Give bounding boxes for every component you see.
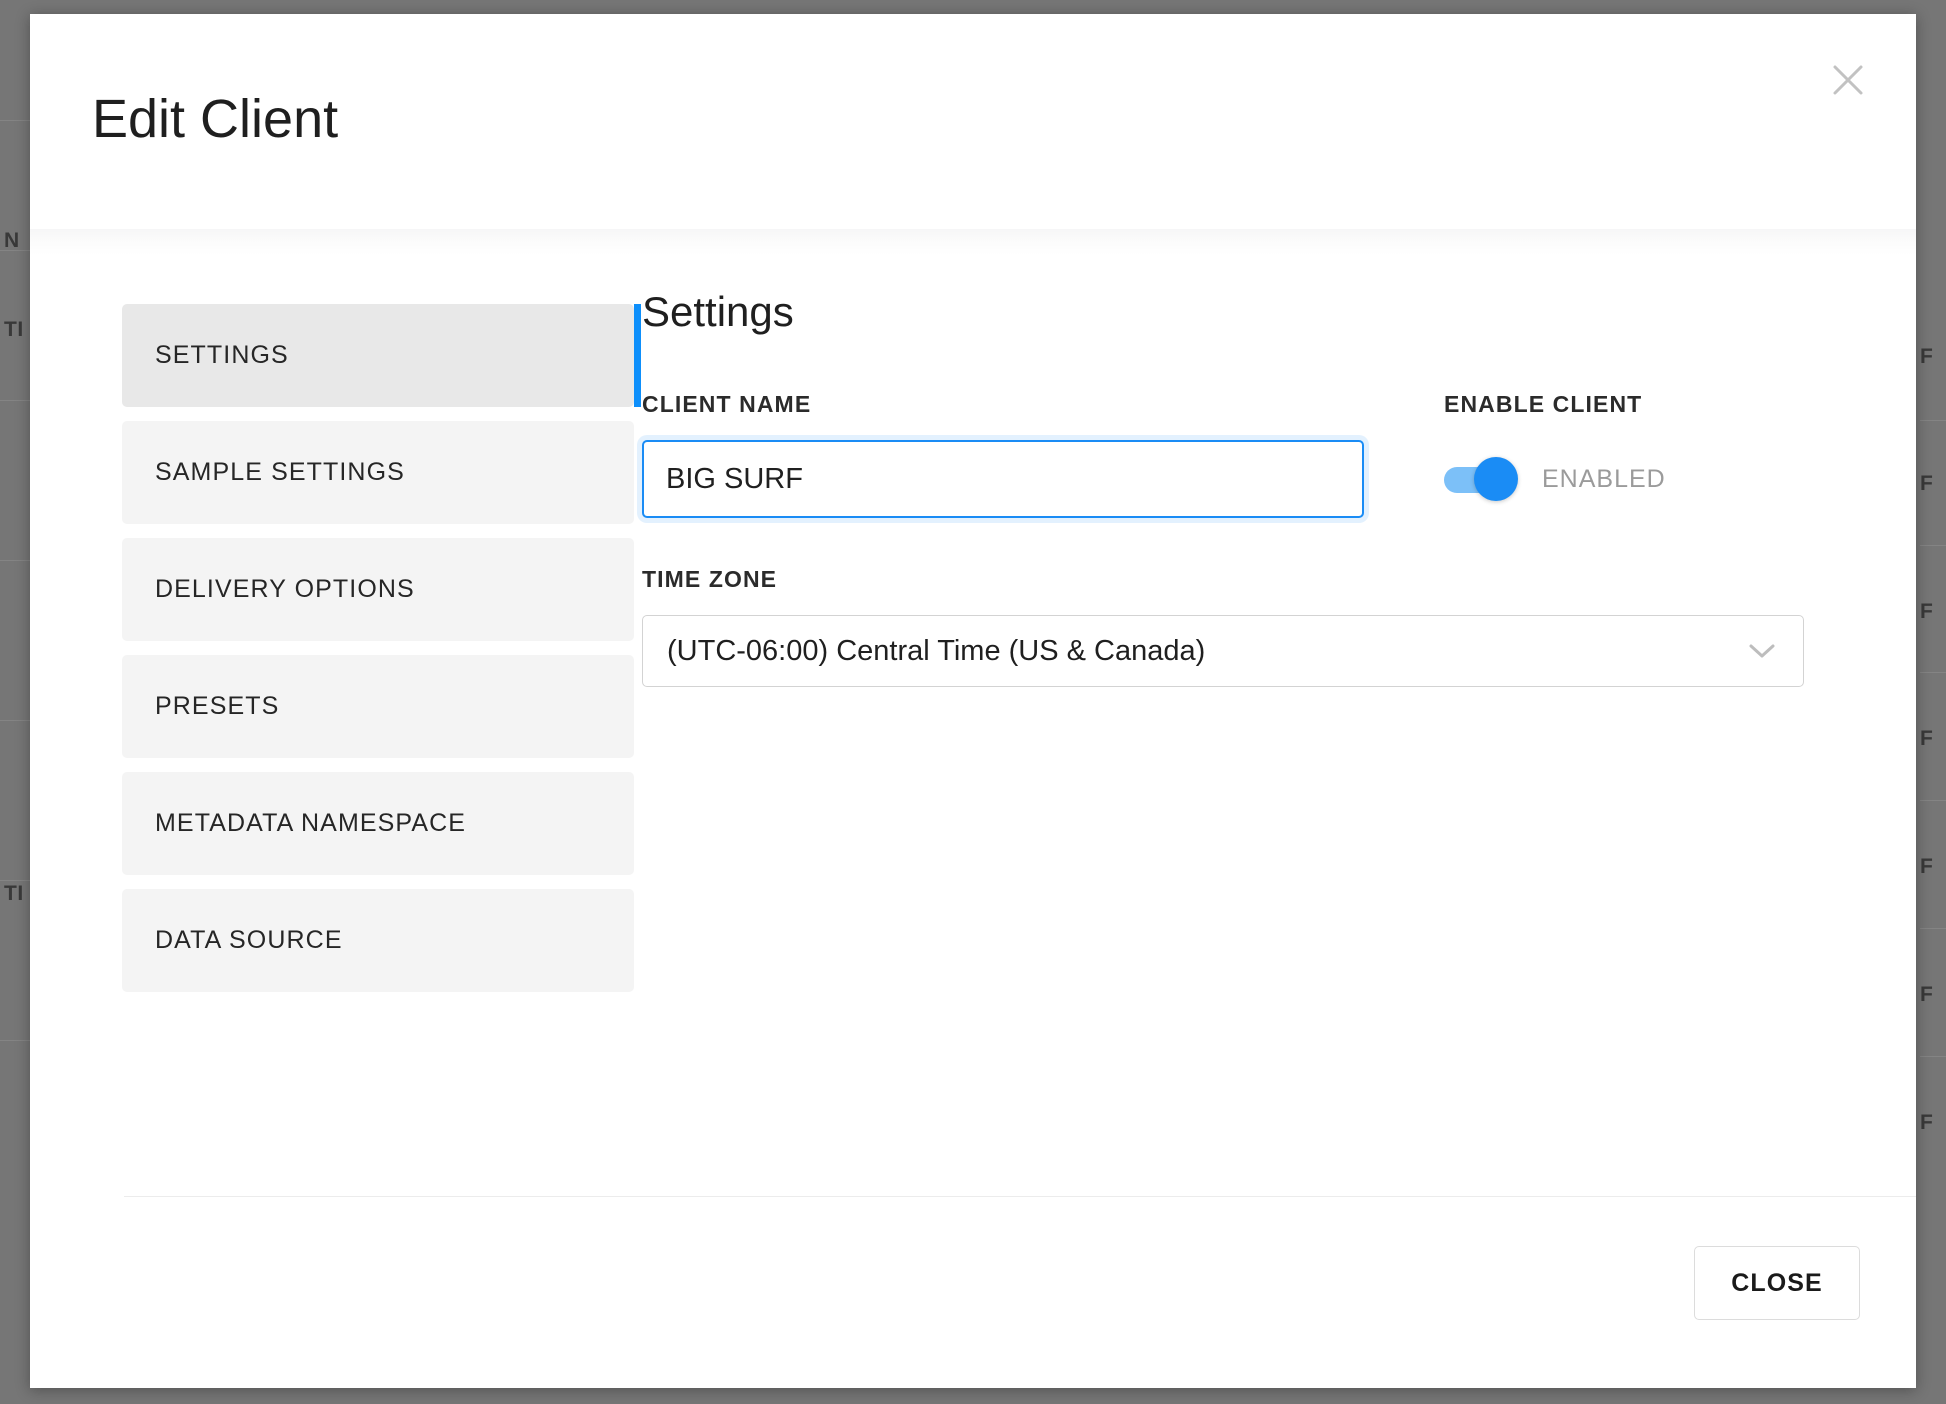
modal-footer: CLOSE xyxy=(30,1196,1916,1388)
background-text-fragment: F xyxy=(1920,345,1933,369)
settings-panel: Settings CLIENT NAME ENABLE CLIENT ENABL… xyxy=(560,229,1916,1196)
enable-client-toggle[interactable] xyxy=(1444,462,1520,496)
sidebar-item-metadata-namespace[interactable]: METADATA NAMESPACE xyxy=(122,772,634,875)
footer-divider xyxy=(124,1196,1916,1197)
sidebar-item-delivery-options[interactable]: DELIVERY OPTIONS xyxy=(122,538,634,641)
edit-client-modal: Edit Client SETTINGS SAMPLE SETTINGS DEL… xyxy=(30,14,1916,1388)
sidebar-item-label: DELIVERY OPTIONS xyxy=(155,575,415,604)
sidebar-item-presets[interactable]: PRESETS xyxy=(122,655,634,758)
top-field-row: CLIENT NAME ENABLE CLIENT ENABLED xyxy=(642,391,1854,518)
sidebar-item-sample-settings[interactable]: SAMPLE SETTINGS xyxy=(122,421,634,524)
toggle-state-label: ENABLED xyxy=(1542,465,1666,494)
modal-header: Edit Client xyxy=(30,14,1916,229)
background-text-fragment: F xyxy=(1920,855,1933,879)
time-zone-label: TIME ZONE xyxy=(642,566,1854,593)
time-zone-value: (UTC-06:00) Central Time (US & Canada) xyxy=(667,635,1205,668)
client-name-input[interactable] xyxy=(642,440,1364,518)
sidebar-item-label: SETTINGS xyxy=(155,341,289,370)
sidebar-item-label: METADATA NAMESPACE xyxy=(155,809,466,838)
sidebar-item-label: DATA SOURCE xyxy=(155,926,343,955)
chevron-down-icon xyxy=(1747,641,1777,661)
client-name-group: CLIENT NAME xyxy=(642,391,1364,518)
background-text-fragment: F xyxy=(1920,983,1933,1007)
close-icon[interactable] xyxy=(1822,54,1874,106)
enable-client-group: ENABLE CLIENT ENABLED xyxy=(1408,391,1666,518)
sidebar-item-label: PRESETS xyxy=(155,692,279,721)
client-name-label: CLIENT NAME xyxy=(642,391,1364,418)
time-zone-group: TIME ZONE (UTC-06:00) Central Time (US &… xyxy=(642,566,1854,687)
background-text-fragment: F xyxy=(1920,472,1933,496)
sidebar-item-data-source[interactable]: DATA SOURCE xyxy=(122,889,634,992)
toggle-thumb xyxy=(1474,457,1518,501)
background-text-fragment: TI xyxy=(4,318,24,342)
settings-sidebar: SETTINGS SAMPLE SETTINGS DELIVERY OPTION… xyxy=(30,229,560,1196)
background-content-right: F F F F F F F xyxy=(1920,0,1946,1404)
background-text-fragment: N xyxy=(4,229,20,253)
background-text-fragment: F xyxy=(1920,600,1933,624)
section-title: Settings xyxy=(642,291,1854,333)
enable-client-label: ENABLE CLIENT xyxy=(1444,391,1666,418)
enable-client-toggle-row: ENABLED xyxy=(1444,440,1666,518)
sidebar-item-settings[interactable]: SETTINGS xyxy=(122,304,634,407)
close-button[interactable]: CLOSE xyxy=(1694,1246,1860,1320)
background-content-left: N TI TI xyxy=(0,0,30,1404)
time-zone-select[interactable]: (UTC-06:00) Central Time (US & Canada) xyxy=(642,615,1804,687)
background-text-fragment: F xyxy=(1920,727,1933,751)
sidebar-item-label: SAMPLE SETTINGS xyxy=(155,458,405,487)
modal-body: SETTINGS SAMPLE SETTINGS DELIVERY OPTION… xyxy=(30,229,1916,1196)
background-text-fragment: F xyxy=(1920,1111,1933,1135)
background-text-fragment: TI xyxy=(4,882,24,906)
page-title: Edit Client xyxy=(92,92,338,146)
